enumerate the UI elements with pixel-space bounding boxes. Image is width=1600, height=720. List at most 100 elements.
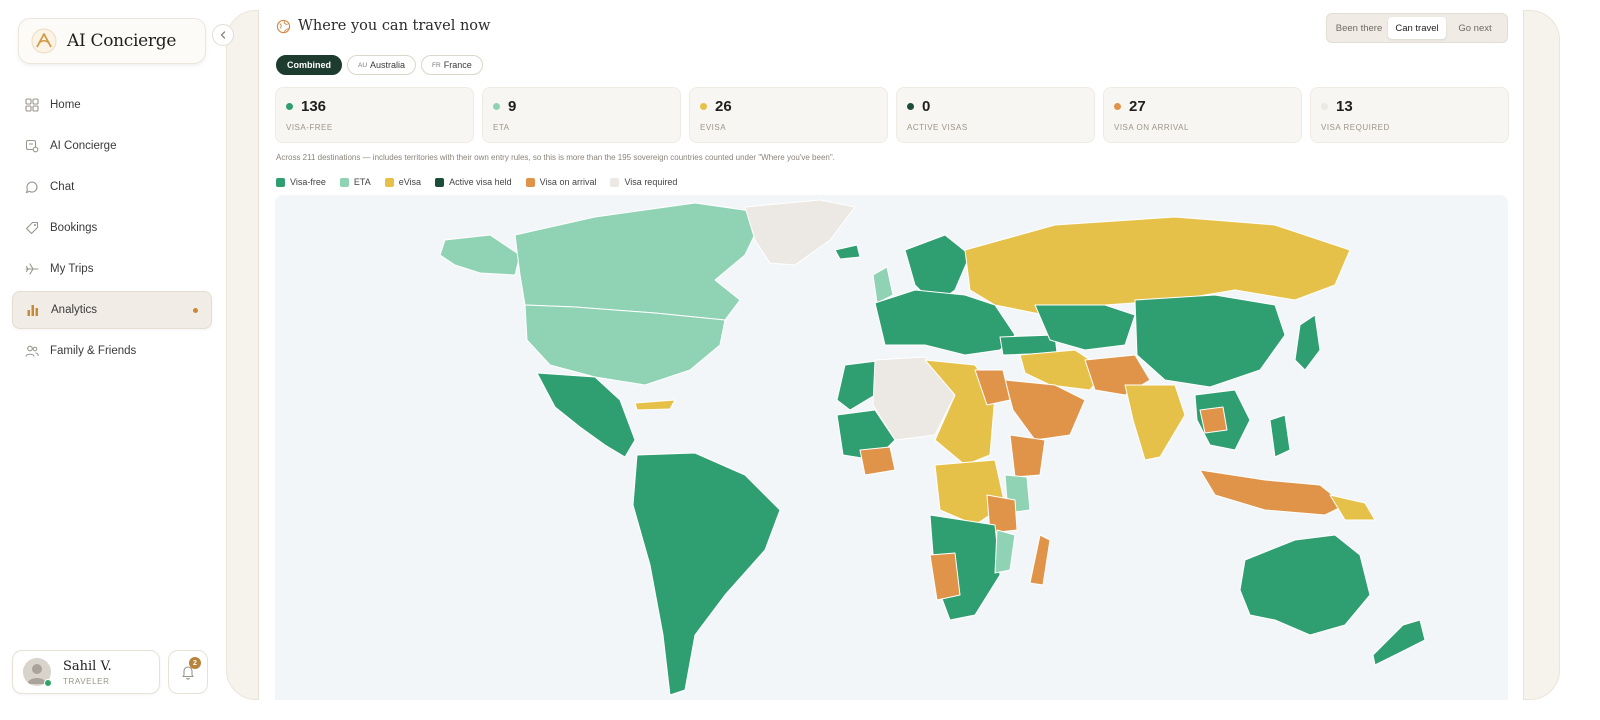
status-dot — [493, 103, 500, 110]
status-dot — [907, 103, 914, 110]
sidebar-item-label: Family & Friends — [50, 345, 137, 357]
region-angola[interactable] — [929, 552, 961, 601]
region-arabia[interactable] — [1004, 379, 1086, 441]
people-icon — [25, 345, 39, 357]
world-map-svg[interactable] — [275, 195, 1508, 700]
stat-label: ACTIVE VISAS — [907, 123, 968, 132]
chat-icon — [25, 181, 38, 194]
chevron-left-icon — [220, 31, 226, 39]
legend-item-evisa: eVisa — [384, 177, 422, 187]
region-caribbean[interactable] — [634, 399, 676, 411]
tab-been-there[interactable]: Been there — [1330, 17, 1388, 39]
sidebar-item-label: Analytics — [51, 304, 98, 316]
sidebar-item-analytics[interactable]: Analytics — [12, 291, 212, 329]
brand-logo-icon — [31, 28, 57, 54]
legend-label: Visa on arrival — [539, 177, 597, 187]
legend-item-eta: ETA — [339, 177, 371, 187]
map-legend: Visa-free ETA eVisa Active visa held Vis… — [276, 177, 677, 187]
region-south-america[interactable] — [632, 452, 781, 696]
region-india[interactable] — [1124, 384, 1186, 461]
stat-value: 27 — [1129, 98, 1146, 115]
stat-card-visa-required: 13 VISA REQUIRED — [1310, 87, 1509, 143]
stat-label: EVISA — [700, 123, 727, 132]
collapse-sidebar-button[interactable] — [212, 24, 234, 46]
legend-label: Visa-free — [290, 177, 326, 187]
sidebar-item-ai-concierge[interactable]: AI Concierge — [12, 127, 212, 165]
legend-swatch — [339, 177, 349, 187]
user-profile-card[interactable]: Sahil V. TRAVELER — [12, 650, 160, 694]
online-status-dot — [44, 679, 52, 687]
region-west-africa-voa[interactable] — [859, 446, 896, 476]
stat-card-active-visas: 0 ACTIVE VISAS — [896, 87, 1095, 143]
stat-value: 9 — [508, 98, 517, 115]
stat-label: VISA-FREE — [286, 123, 333, 132]
region-china[interactable] — [1134, 294, 1286, 388]
stat-label: VISA REQUIRED — [1321, 123, 1390, 132]
tab-can-travel[interactable]: Can travel — [1388, 17, 1446, 39]
legend-swatch — [435, 177, 445, 187]
brand-card[interactable]: AI Concierge — [18, 18, 206, 64]
user-name: Sahil V. — [63, 658, 112, 674]
status-dot — [286, 103, 293, 110]
legend-swatch — [384, 177, 394, 187]
region-ethiopia[interactable] — [1009, 434, 1046, 478]
chip-label: France — [443, 60, 472, 70]
user-role: TRAVELER — [63, 676, 110, 686]
legend-item-visa-required: Visa required — [610, 177, 677, 187]
chip-label: Combined — [287, 60, 331, 70]
sidebar-item-label: My Trips — [50, 263, 94, 275]
section-header: Where you can travel now — [276, 18, 490, 34]
region-madagascar[interactable] — [1029, 534, 1051, 586]
chip-australia[interactable]: AU Australia — [347, 55, 417, 75]
region-mexico[interactable] — [536, 372, 636, 458]
stat-value: 13 — [1336, 98, 1353, 115]
sidebar-item-label: Chat — [50, 181, 75, 193]
region-indonesia[interactable] — [1199, 469, 1346, 516]
sidebar-item-label: Bookings — [50, 222, 98, 234]
chip-combined[interactable]: Combined — [276, 55, 342, 75]
chip-country-code: AU — [358, 61, 368, 69]
region-cambodia[interactable] — [1199, 406, 1228, 434]
sidebar: AI Concierge Home AI Concierge Chat Book… — [0, 0, 226, 720]
world-visa-map[interactable] — [275, 195, 1508, 700]
sidebar-item-family-friends[interactable]: Family & Friends — [12, 332, 212, 370]
bar-chart-icon — [27, 305, 38, 316]
destinations-note: Across 211 destinations — includes terri… — [276, 153, 835, 162]
view-segmented-control: Been there Can travel Go next — [1326, 13, 1508, 43]
chip-france[interactable]: FR France — [421, 55, 483, 75]
stat-card-evisa: 26 EVISA — [689, 87, 888, 143]
sidebar-item-home[interactable]: Home — [12, 86, 212, 124]
region-australia[interactable] — [1239, 534, 1371, 636]
tab-go-next[interactable]: Go next — [1446, 17, 1504, 39]
region-philippines[interactable] — [1269, 414, 1291, 458]
sidebar-item-chat[interactable]: Chat — [12, 168, 212, 206]
sidebar-item-label: Home — [50, 99, 81, 111]
stats-row: 136 VISA-FREE 9 ETA 26 EVISA 0 ACTIVE VI… — [275, 87, 1509, 143]
region-usa[interactable] — [524, 304, 726, 386]
notifications-button[interactable]: 2 — [168, 650, 208, 694]
region-new-zealand[interactable] — [1372, 619, 1426, 666]
legend-item-visa-free: Visa-free — [276, 177, 326, 187]
chip-country-code: FR — [432, 61, 441, 69]
legend-label: ETA — [353, 177, 371, 187]
legend-item-active-visa: Active visa held — [435, 177, 512, 187]
avatar — [23, 658, 52, 687]
region-alaska[interactable] — [439, 234, 521, 276]
legend-label: Active visa held — [449, 177, 512, 187]
region-japan[interactable] — [1294, 314, 1321, 371]
stat-label: VISA ON ARRIVAL — [1114, 123, 1189, 132]
sidebar-item-bookings[interactable]: Bookings — [12, 209, 212, 247]
active-indicator-dot — [193, 308, 198, 313]
region-mozambique[interactable] — [994, 529, 1016, 574]
sidebar-item-my-trips[interactable]: My Trips — [12, 250, 212, 288]
sidebar-item-label: AI Concierge — [50, 140, 117, 152]
region-canada[interactable] — [514, 202, 766, 321]
legend-swatch — [276, 177, 285, 187]
legend-label: eVisa — [398, 177, 422, 187]
stat-value: 0 — [922, 98, 931, 115]
globe-icon — [276, 19, 291, 33]
plane-icon — [25, 263, 39, 275]
tag-icon — [25, 221, 39, 235]
grid-icon — [25, 98, 39, 112]
region-iceland[interactable] — [834, 244, 861, 260]
